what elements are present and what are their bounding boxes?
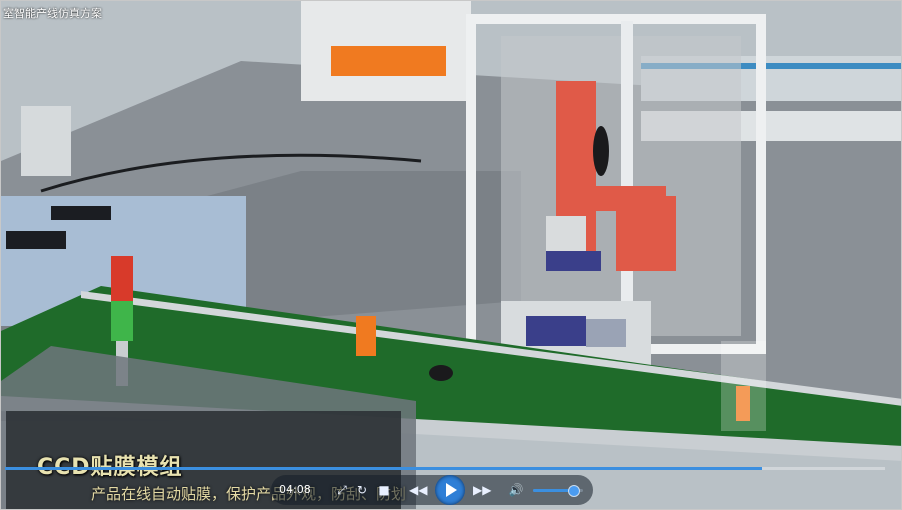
left-fixture [21,106,71,176]
film-panel-top [546,251,601,271]
speaker-icon[interactable]: 🔊 [507,481,525,499]
seek-bar-fill [5,467,762,470]
play-button[interactable] [435,475,465,505]
player-controls: 04:08 ⤢ ↻ ■ ◀◀ ▶▶ 🔊 [271,475,593,505]
video-frame: 室智能产线仿真方案 CCD贴膜模组 产品在线自动贴膜，保护产品外观，防刮、防划 … [0,0,902,510]
seek-bar[interactable] [5,467,885,470]
caption-title: CCD贴膜模组 [37,455,183,480]
fixture-orange-1 [356,316,376,356]
fast-forward-icon[interactable]: ▶▶ [473,481,491,499]
fixture-glass [721,341,766,431]
stack-light-red [111,256,133,301]
left-screen-1 [51,206,111,220]
rewind-icon[interactable]: ◀◀ [409,481,427,499]
volume-fill [533,489,573,492]
fullscreen-icon[interactable]: ⤢ [333,481,351,499]
stop-icon[interactable]: ■ [375,481,393,499]
film-panel-dark [526,316,586,346]
left-screen-2 [6,231,66,249]
film-panel-light [586,319,626,347]
back-orange-carriage [331,46,446,76]
conveyor-roller [429,365,453,381]
volume-knob[interactable] [568,485,580,497]
robot-base [616,196,676,271]
simulation-scene [1,1,901,509]
volume-slider[interactable] [533,485,583,497]
video-title: 室智能产线仿真方案 [3,7,102,20]
elapsed-time: 04:08 [279,483,311,496]
stack-light-green [111,301,133,341]
robot-reel [593,126,609,176]
refresh-icon[interactable]: ↻ [353,481,371,499]
